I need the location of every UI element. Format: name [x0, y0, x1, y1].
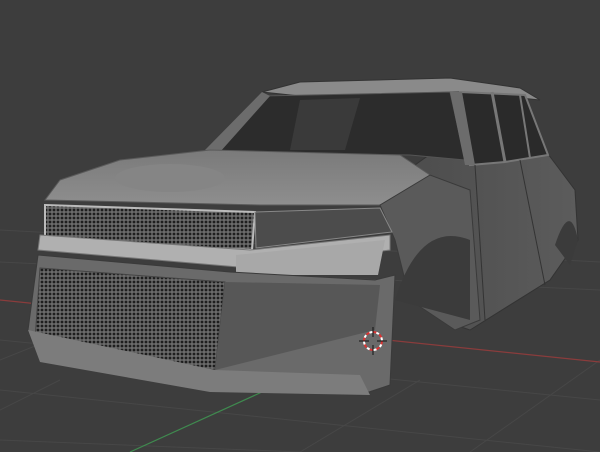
car-hood: [44, 149, 431, 206]
car-model[interactable]: [27, 77, 579, 396]
scene: [0, 77, 600, 452]
3d-viewport[interactable]: [0, 0, 600, 452]
